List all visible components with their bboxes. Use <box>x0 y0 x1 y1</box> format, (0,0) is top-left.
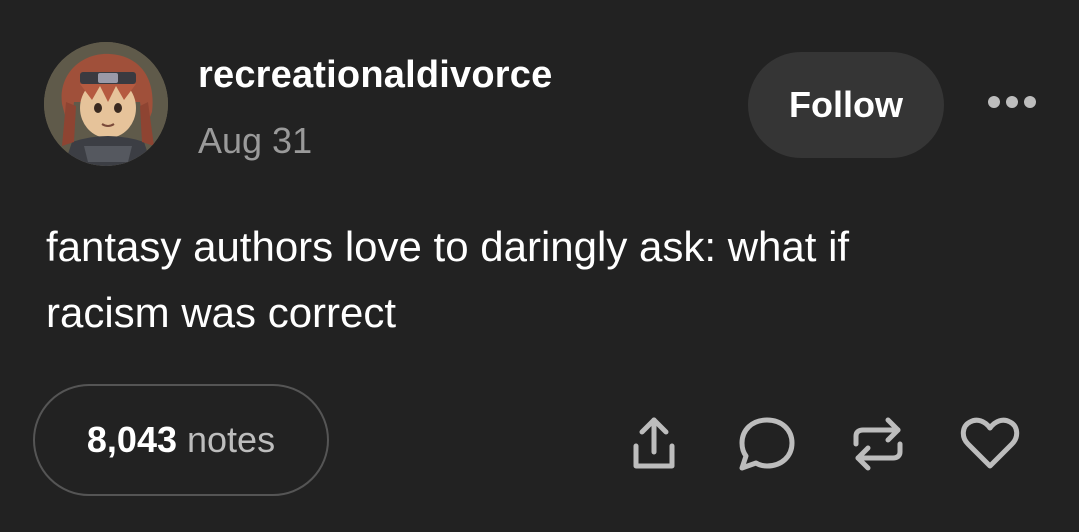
more-dot <box>988 96 1000 108</box>
reply-icon[interactable] <box>734 412 798 476</box>
follow-button[interactable]: Follow <box>748 52 944 158</box>
avatar[interactable] <box>44 42 168 166</box>
post-text-line: racism was correct <box>46 289 397 336</box>
post-text-line: fantasy authors love to daringly ask: wh… <box>46 223 850 270</box>
more-options-icon[interactable] <box>988 90 1036 114</box>
reblog-icon[interactable] <box>846 412 910 476</box>
notes-count: 8,043 <box>86 419 177 460</box>
notes-button[interactable]: 8,043 notes <box>33 384 329 496</box>
post-date[interactable]: Aug 31 <box>198 120 312 162</box>
username[interactable]: recreationaldivorce <box>198 54 552 97</box>
notes-label: notes <box>187 419 276 460</box>
heart-icon[interactable] <box>958 412 1022 476</box>
share-icon[interactable] <box>622 412 686 476</box>
post-body: fantasy authors love to daringly ask: wh… <box>46 214 1006 346</box>
more-dot <box>1006 96 1018 108</box>
more-dot <box>1024 96 1036 108</box>
tumblr-post: recreationaldivorce Aug 31 Follow fantas… <box>0 0 1079 532</box>
